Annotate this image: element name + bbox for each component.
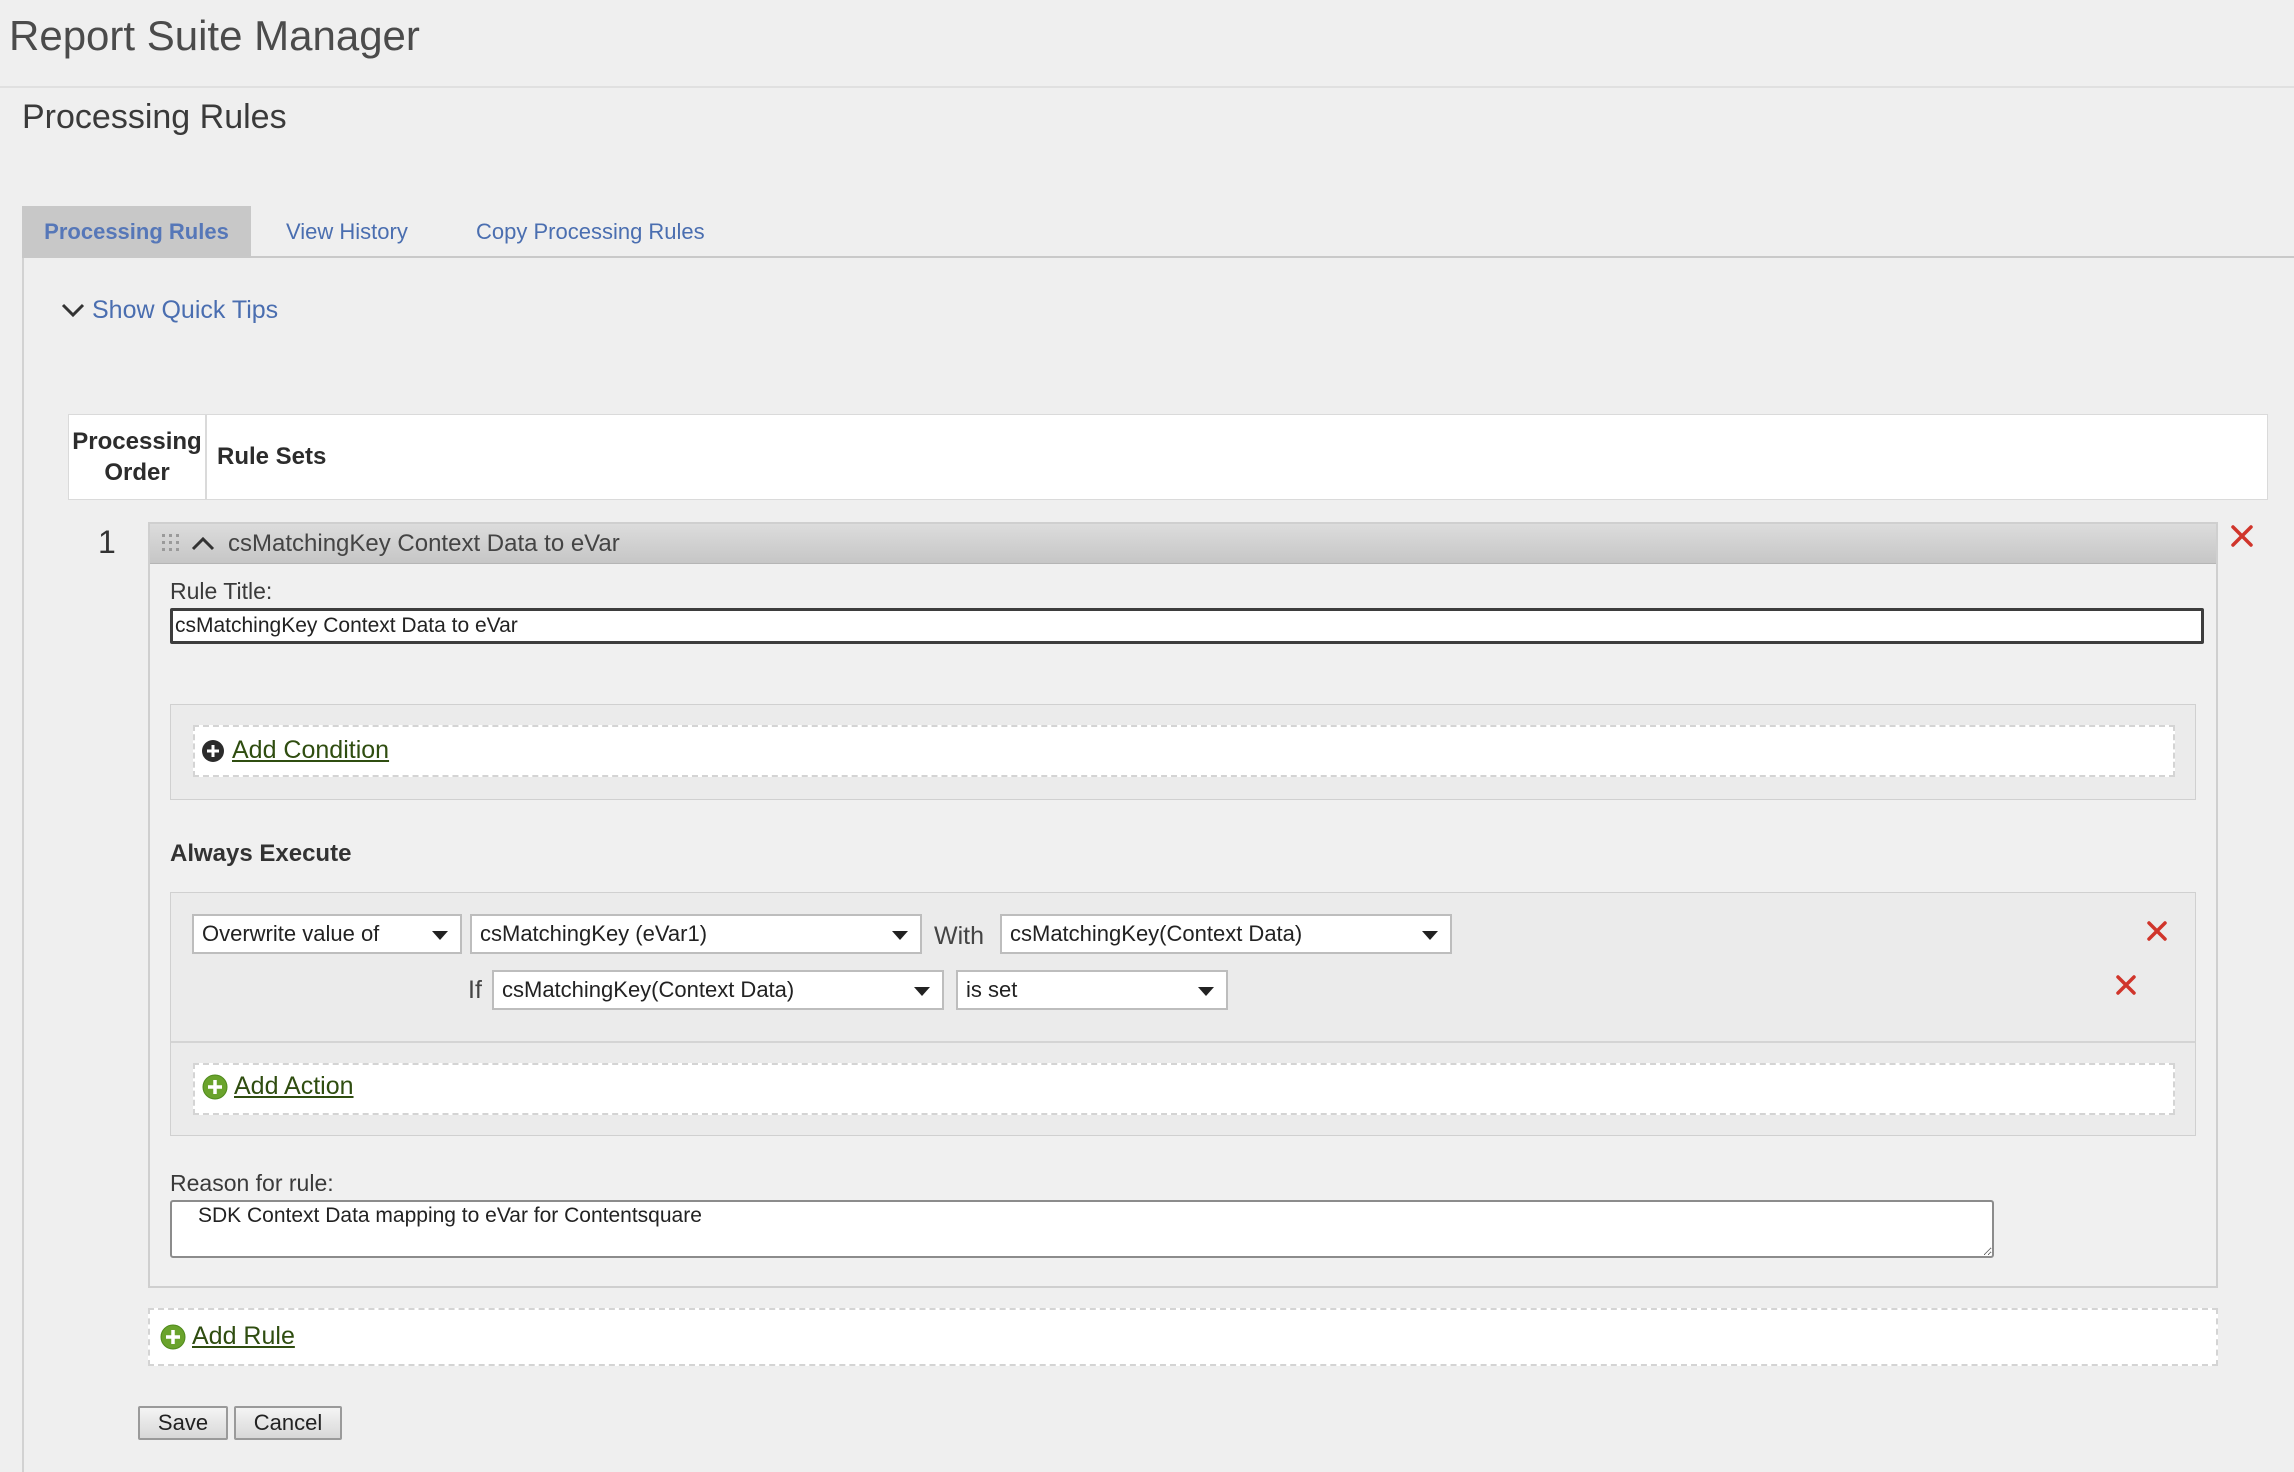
rule-header-title: csMatchingKey Context Data to eVar [228,530,620,557]
chevron-up-icon[interactable] [190,534,216,554]
rule-title-input[interactable] [170,608,2204,644]
target-variable-value: csMatchingKey (eVar1) [480,921,708,946]
add-condition-label: Add Condition [232,736,390,764]
save-button[interactable]: Save [138,1406,228,1440]
action-dropzone [193,1063,2175,1115]
if-field-select[interactable]: csMatchingKey(Context Data) [492,970,944,1010]
tab-bar: Processing Rules View History Copy Proce… [22,206,2294,258]
reason-label: Reason for rule: [170,1170,334,1196]
processing-order-header: Processing Order [69,415,207,499]
if-condition-value: is set [966,977,1018,1002]
reason-textarea[interactable]: SDK Context Data mapping to eVar for Con… [170,1200,1994,1258]
add-action-link[interactable]: Add Action [202,1072,354,1101]
add-rule-link[interactable]: Add Rule [160,1322,295,1351]
delete-if-close-icon[interactable] [2115,974,2137,996]
dropdown-arrow-icon [432,931,448,940]
chevron-down-icon [61,303,85,318]
target-variable-select[interactable]: csMatchingKey (eVar1) [470,914,922,954]
show-quick-tips-label: Show Quick Tips [92,295,279,324]
always-execute-heading: Always Execute [170,840,352,867]
plus-circle-icon [160,1324,186,1349]
dropdown-arrow-icon [1422,931,1438,940]
page-title: Processing Rules [22,98,287,136]
dropdown-arrow-icon [892,931,908,940]
tab-view-history[interactable]: View History [286,206,408,258]
rule-header-bar: csMatchingKey Context Data to eVar [150,524,2216,564]
if-condition-select[interactable]: is set [956,970,1228,1010]
source-variable-select[interactable]: csMatchingKey(Context Data) [1000,914,1452,954]
operation-select[interactable]: Overwrite value of [192,914,462,954]
dropdown-arrow-icon [914,987,930,996]
delete-action-close-icon[interactable] [2146,920,2168,942]
condition-panel [170,704,2196,800]
rules-table-header: Processing Order Rule Sets [68,414,2268,500]
app-title: Report Suite Manager [9,12,420,59]
with-label: With [934,922,984,950]
plus-circle-icon [202,739,224,762]
grip-icon[interactable] [160,532,182,554]
cancel-button[interactable]: Cancel [234,1406,342,1440]
add-action-label: Add Action [234,1072,354,1100]
if-label: If [468,976,482,1004]
tab-processing-rules[interactable]: Processing Rules [22,206,251,258]
delete-rule-close-icon[interactable] [2230,524,2254,548]
content-border [22,258,24,1472]
plus-circle-icon [202,1074,228,1099]
dropdown-arrow-icon [1198,987,1214,996]
add-rule-label: Add Rule [192,1322,295,1350]
rule-title-label: Rule Title: [170,578,273,604]
condition-dropzone [193,725,2175,777]
show-quick-tips-toggle[interactable]: Show Quick Tips [60,292,278,328]
rule-order-number: 1 [98,524,116,560]
add-rule-dropzone [148,1308,2218,1366]
source-variable-value: csMatchingKey(Context Data) [1010,921,1303,946]
operation-select-value: Overwrite value of [202,921,380,946]
rule-sets-header: Rule Sets [217,443,327,470]
if-field-value: csMatchingKey(Context Data) [502,977,795,1002]
tab-copy-processing-rules[interactable]: Copy Processing Rules [476,206,705,258]
action-divider [171,1041,2195,1043]
app-header: Report Suite Manager [0,0,2294,88]
add-condition-link[interactable]: Add Condition [200,736,389,765]
